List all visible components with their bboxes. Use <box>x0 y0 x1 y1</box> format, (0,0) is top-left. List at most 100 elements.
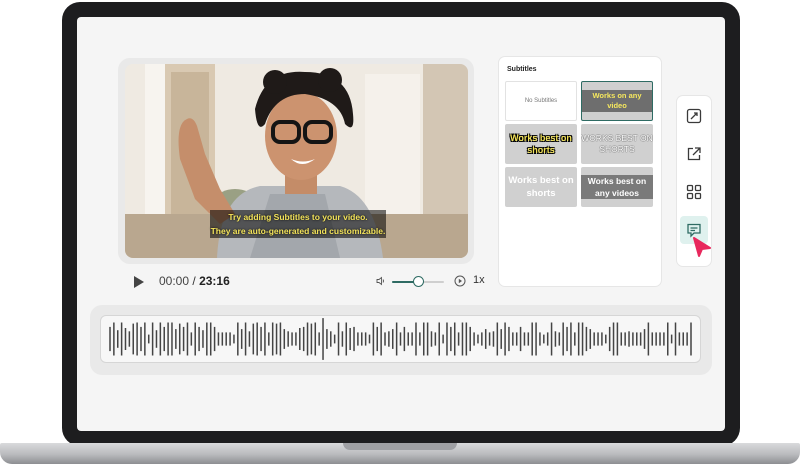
subtitle-option-white-bold[interactable]: Works best on shorts <box>505 167 577 207</box>
waveform-bar <box>566 326 568 352</box>
waveform-bar <box>426 322 429 356</box>
subtitle-option-any-video[interactable]: Works on any video <box>581 81 653 121</box>
waveform-bar <box>190 332 193 346</box>
share-button[interactable] <box>680 140 708 168</box>
waveform-bar <box>113 322 115 356</box>
waveform-bar <box>384 332 386 346</box>
volume-icon[interactable] <box>376 276 386 286</box>
waveform-bar <box>512 332 514 346</box>
volume-slider[interactable] <box>392 276 444 287</box>
waveform-bar <box>574 332 576 346</box>
subtitles-panel: Subtitles No Subtitles Works on any vide… <box>499 57 661 286</box>
waveform-bar <box>376 326 379 352</box>
video-preview[interactable]: Try adding Subtitles to your video. They… <box>125 64 468 258</box>
waveform-bar <box>535 322 537 356</box>
waveform-bar <box>651 332 654 346</box>
waveform-bars <box>109 318 692 360</box>
subtitle-option-label: No Subtitles <box>524 97 558 104</box>
waveform-bar <box>167 322 169 356</box>
waveform-bar <box>322 318 324 360</box>
speed-icon[interactable] <box>454 275 466 287</box>
resize-button[interactable] <box>680 102 708 130</box>
waveform-bar <box>674 322 677 356</box>
waveform-bar <box>194 322 196 356</box>
waveform-bar <box>457 332 460 346</box>
waveform-bar <box>585 326 588 352</box>
waveform-bar <box>248 331 251 347</box>
waveform-bar <box>484 329 487 349</box>
waveform-bar <box>240 329 243 349</box>
total-time: 23:16 <box>199 274 230 288</box>
time-display: 00:00 / 23:16 <box>159 274 230 288</box>
playback-speed[interactable]: 1x <box>473 274 485 286</box>
play-icon[interactable] <box>134 276 144 288</box>
waveform-bar <box>616 322 619 356</box>
grid-button[interactable] <box>680 178 708 206</box>
waveform-bar <box>136 322 138 356</box>
waveform-bar <box>419 332 421 346</box>
waveform-bar <box>608 326 611 352</box>
waveform-bar <box>438 322 440 356</box>
current-time: 00:00 <box>159 274 190 288</box>
waveform-bar <box>659 332 661 346</box>
waveform-bar <box>252 323 255 355</box>
subtitle-option-caps[interactable]: WORKS BEST ON SHORTS <box>581 124 653 164</box>
waveform-bar <box>515 332 518 346</box>
waveform-bar <box>159 322 162 356</box>
subtitle-option-label: Works best on shorts <box>510 133 572 155</box>
subtitle-option-label: Works best on any videos <box>581 175 653 199</box>
waveform-bar <box>147 334 150 344</box>
waveform-bar <box>527 332 530 346</box>
waveform-bar <box>291 332 293 346</box>
waveform-bar <box>667 322 669 356</box>
waveform-bar <box>392 329 394 349</box>
waveform-bar <box>624 332 626 346</box>
waveform-bar <box>175 329 177 349</box>
waveform-bar <box>543 334 545 344</box>
waveform-bar <box>163 326 165 352</box>
waveform-bar <box>670 334 673 344</box>
waveform-bar <box>481 332 483 346</box>
waveform-bar <box>465 322 468 356</box>
waveform-bar <box>492 331 495 347</box>
waveform-bar <box>407 332 409 346</box>
waveform-bar <box>496 322 499 356</box>
waveform-bar <box>128 331 131 347</box>
subtitle-option-boxed[interactable]: Works best on any videos <box>581 167 653 207</box>
waveform-bar <box>117 330 119 348</box>
waveform-bar <box>477 334 479 344</box>
waveform-bar <box>488 332 491 346</box>
waveform-bar <box>453 322 456 356</box>
volume-knob[interactable] <box>412 276 424 287</box>
waveform-bar <box>531 322 533 356</box>
subtitle-caption: Try adding Subtitles to your video. They… <box>210 210 386 238</box>
subtitles-panel-title: Subtitles <box>507 66 537 73</box>
waveform-bar <box>279 322 282 356</box>
waveform-bar <box>593 332 595 346</box>
waveform-bar <box>577 322 580 356</box>
subtitle-option-yellow-bold[interactable]: Works best on shorts <box>505 124 577 164</box>
waveform-bar <box>244 322 247 356</box>
waveform-bar <box>275 323 278 355</box>
waveform-bar <box>636 332 638 346</box>
waveform-bar <box>213 326 216 352</box>
waveform-bar <box>260 326 262 352</box>
waveform-bar <box>415 322 417 356</box>
subtitle-option-none[interactable]: No Subtitles <box>505 81 577 121</box>
player-controls: 00:00 / 23:16 1x <box>132 272 492 292</box>
waveform-bar <box>446 322 448 356</box>
waveform-bar <box>388 331 390 347</box>
caption-line-2: They are auto-generated and customizable… <box>210 224 386 238</box>
waveform-bar <box>330 331 332 347</box>
waveform-bar <box>318 332 320 346</box>
waveform-bar <box>469 326 471 352</box>
waveform-bar <box>341 331 344 347</box>
waveform-bar <box>380 322 382 356</box>
waveform-bar <box>333 334 336 344</box>
waveform-bar <box>256 322 258 356</box>
waveform-bar <box>237 322 239 356</box>
waveform-bar <box>361 332 363 346</box>
waveform-bar <box>178 323 181 355</box>
waveform-bar <box>368 334 371 344</box>
waveform-bar <box>628 331 630 347</box>
